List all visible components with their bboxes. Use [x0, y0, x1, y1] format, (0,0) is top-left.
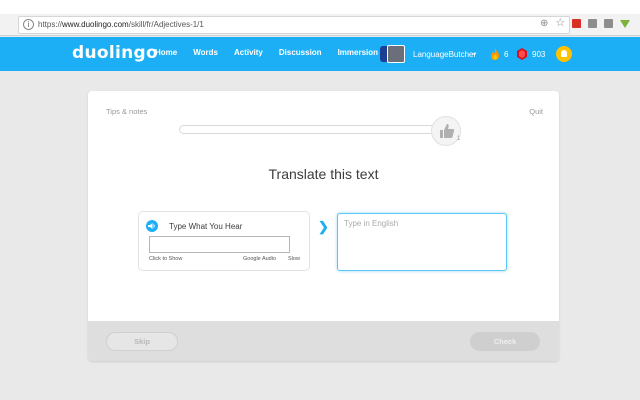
browser-toolbar: i https://www.duolingo.com/skill/fr/Adje…	[0, 0, 640, 36]
zoom-icon[interactable]: ⊕	[540, 19, 548, 29]
notification-bell-icon[interactable]	[556, 46, 572, 62]
lingot-count: 903	[532, 50, 546, 59]
answer-input[interactable]	[337, 213, 507, 271]
tab-strip	[0, 0, 640, 14]
extension-gray-icon[interactable]	[604, 19, 614, 28]
username[interactable]: LanguageButcher	[413, 50, 476, 59]
google-audio-link[interactable]: Google Audio	[243, 256, 276, 262]
prompt-label: Type What You Hear	[169, 222, 243, 231]
audio-prompt-box: Type What You Hear Click to Show Google …	[138, 211, 310, 271]
extension-red-icon[interactable]	[572, 19, 582, 28]
browser-actions: ⊕ ☆ ⋮	[540, 18, 640, 29]
address-bar[interactable]: i https://www.duolingo.com/skill/fr/Adje…	[18, 16, 570, 34]
check-button[interactable]: Check	[470, 332, 540, 351]
avatar[interactable]	[387, 45, 405, 63]
speaker-icon[interactable]	[146, 220, 158, 232]
click-to-show-link[interactable]: Click to Show	[149, 256, 182, 262]
streak-count: 6	[504, 50, 509, 59]
nav-home[interactable]: Home	[155, 48, 177, 57]
site-header: duolingo Home Words Activity Discussion …	[0, 37, 640, 71]
page-info-icon[interactable]: i	[23, 19, 34, 30]
lesson-card: Tips & notes Quit 1 Translate this text …	[88, 91, 559, 361]
slow-audio-link[interactable]: Slow	[288, 256, 300, 262]
nav-activity[interactable]: Activity	[234, 48, 263, 57]
extension-green-icon[interactable]	[620, 19, 631, 28]
challenge-title: Translate this text	[268, 166, 379, 182]
url-text: https://www.duolingo.com/skill/fr/Adject…	[38, 20, 204, 29]
star-icon[interactable]: ☆	[555, 18, 565, 29]
duolingo-logo[interactable]: duolingo	[72, 43, 158, 63]
quit-link[interactable]: Quit	[529, 107, 543, 116]
streak-flame-icon	[491, 48, 499, 60]
lesson-footer: Skip Check	[88, 321, 559, 361]
progress-bar	[179, 125, 441, 134]
nav-immersion[interactable]: Immersion	[338, 48, 378, 57]
nav-words[interactable]: Words	[193, 48, 218, 57]
chevron-down-icon[interactable]: ⌄	[471, 48, 478, 57]
chevron-right-icon: ❯	[318, 219, 329, 234]
tips-notes-link[interactable]: Tips & notes	[106, 107, 147, 116]
lingot-gem-icon	[517, 48, 527, 60]
skip-button[interactable]: Skip	[106, 332, 178, 351]
main-nav: Home Words Activity Discussion Immersion	[155, 48, 394, 57]
cast-icon[interactable]	[588, 19, 598, 28]
heard-text-field[interactable]	[149, 236, 290, 253]
thumbs-count: 1	[457, 136, 461, 142]
nav-discussion[interactable]: Discussion	[279, 48, 322, 57]
